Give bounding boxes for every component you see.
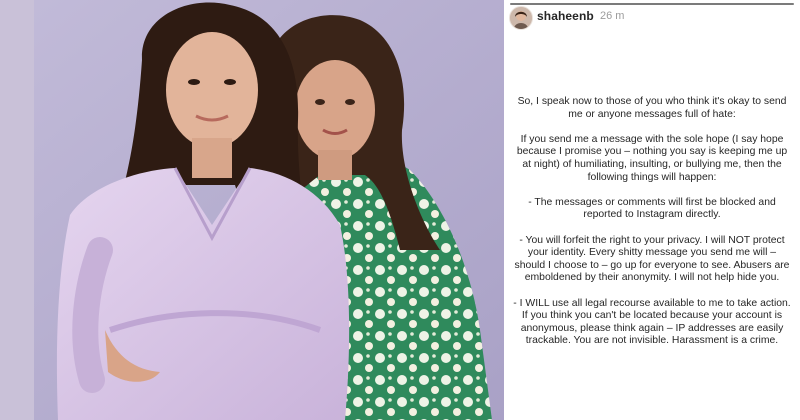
photo-panel [0,0,504,420]
story-header: shaheenb 26 m [504,0,800,36]
avatar[interactable] [509,6,533,30]
story-paragraph: - You will forfeit the right to your pri… [514,234,790,284]
photo-two-women [0,0,504,420]
story-paragraph: - I WILL use all legal recourse availabl… [513,297,791,347]
avatar-image [510,7,532,29]
username[interactable]: shaheenb [537,9,594,23]
instagram-story: shaheenb 26 m So, I speak now to those o… [504,0,800,420]
timestamp: 26 m [600,10,625,22]
story-paragraph: So, I speak now to those of you who thin… [517,96,787,120]
story-paragraph: - The messages or comments will first be… [528,196,776,221]
post-frame: shaheenb 26 m So, I speak now to those o… [0,0,800,420]
story-text: So, I speak now to those of you who thin… [512,96,792,360]
story-paragraph: If you send me a message with the sole h… [516,133,788,183]
